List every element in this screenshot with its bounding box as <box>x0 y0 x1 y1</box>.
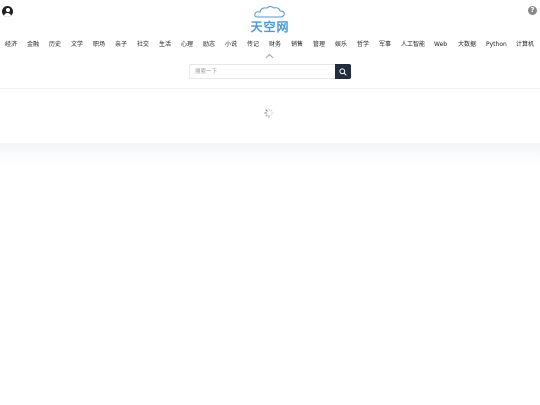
nav-item-history[interactable]: 历史 <box>49 40 61 50</box>
search-icon <box>339 67 347 76</box>
user-head-shape <box>5 8 10 12</box>
search-button[interactable] <box>335 64 351 79</box>
chevron-up-icon[interactable] <box>265 53 274 59</box>
nav-item-finance[interactable]: 金融 <box>27 40 39 50</box>
nav-item-novel[interactable]: 小说 <box>225 40 237 50</box>
loading-spinner-icon <box>264 108 274 118</box>
nav-item-big-data[interactable]: 大数据 <box>458 40 476 50</box>
nav-item-inspiration[interactable]: 励志 <box>203 40 215 50</box>
nav-item-computer[interactable]: 计算机 <box>516 40 534 50</box>
help-icon[interactable]: ? <box>528 6 537 15</box>
user-body-shape <box>4 13 11 17</box>
nav-item-sales[interactable]: 销售 <box>291 40 303 50</box>
top-bar: 天空网 ? <box>0 0 540 38</box>
nav-item-social[interactable]: 社交 <box>137 40 149 50</box>
user-account-icon[interactable] <box>2 6 13 17</box>
site-logo[interactable]: 天空网 <box>244 6 296 34</box>
search-input[interactable] <box>189 64 335 79</box>
nav-item-literature[interactable]: 文学 <box>71 40 83 50</box>
nav-item-career[interactable]: 职场 <box>93 40 105 50</box>
nav-item-management[interactable]: 管理 <box>313 40 325 50</box>
nav-item-philosophy[interactable]: 哲学 <box>357 40 369 50</box>
search-bar <box>189 64 351 79</box>
nav-item-military[interactable]: 军事 <box>379 40 391 50</box>
nav-item-accounting[interactable]: 财务 <box>269 40 281 50</box>
nav-item-parenting[interactable]: 亲子 <box>115 40 127 50</box>
content-area <box>0 89 540 143</box>
nav-item-python[interactable]: Python <box>486 40 507 50</box>
nav-item-life[interactable]: 生活 <box>159 40 171 50</box>
nav-item-psychology[interactable]: 心理 <box>181 40 193 50</box>
cloud-icon <box>254 6 285 18</box>
content-shadow-band <box>0 143 540 165</box>
nav-item-economy[interactable]: 经济 <box>5 40 17 50</box>
nav-item-ai[interactable]: 人工智能 <box>401 40 425 50</box>
nav-item-entertainment[interactable]: 娱乐 <box>335 40 347 50</box>
nav-item-web[interactable]: Web <box>434 40 447 50</box>
logo-text: 天空网 <box>250 20 290 34</box>
category-nav: 经济 金融 历史 文学 职场 亲子 社交 生活 心理 励志 小说 传记 财务 销… <box>0 40 540 50</box>
nav-item-biography[interactable]: 传记 <box>247 40 259 50</box>
